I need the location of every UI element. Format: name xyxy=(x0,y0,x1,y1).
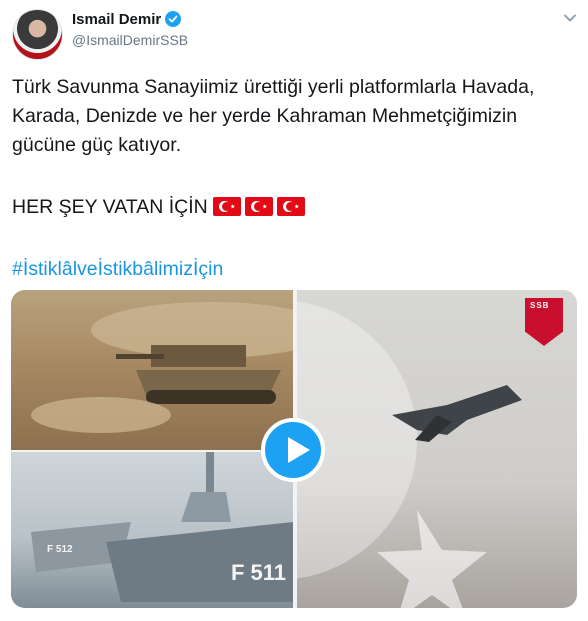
author-name[interactable]: Ismail Demir xyxy=(72,11,161,28)
author-handle[interactable]: @IsmailDemirSSB xyxy=(72,32,188,48)
turkish-flag-icon xyxy=(213,197,242,216)
tweet-text: Türk Savunma Sanayiimiz ürettiği yerli p… xyxy=(12,73,572,284)
turkish-flag-icon xyxy=(277,197,306,216)
ssb-logo-text: SSB xyxy=(530,301,550,310)
author-name-row[interactable]: Ismail Demir xyxy=(72,11,182,28)
warship-image: F 512 F 511 xyxy=(11,452,293,608)
hashtag-link[interactable]: #İstiklâlveİstikbâlimizİçin xyxy=(12,258,223,280)
verified-badge-icon xyxy=(165,11,182,27)
play-button[interactable] xyxy=(261,418,325,482)
chevron-down-icon[interactable] xyxy=(563,11,577,25)
tank-image xyxy=(11,290,331,450)
tweet-paragraph-1: Türk Savunma Sanayiimiz ürettiği yerli p… xyxy=(12,76,535,156)
video-player[interactable]: F 512 F 511 SSB xyxy=(11,290,577,608)
tweet-paragraph-2: HER ŞEY VATAN İÇİN xyxy=(12,193,572,222)
hull-number-1: F 512 xyxy=(47,544,73,555)
turkish-flag-icon xyxy=(245,197,274,216)
hull-number-2: F 511 xyxy=(231,560,286,585)
tweet: Ismail Demir @IsmailDemirSSB Türk Savunm… xyxy=(0,0,588,621)
tweet-paragraph-2-text: HER ŞEY VATAN İÇİN xyxy=(12,196,208,218)
avatar[interactable] xyxy=(12,9,63,60)
